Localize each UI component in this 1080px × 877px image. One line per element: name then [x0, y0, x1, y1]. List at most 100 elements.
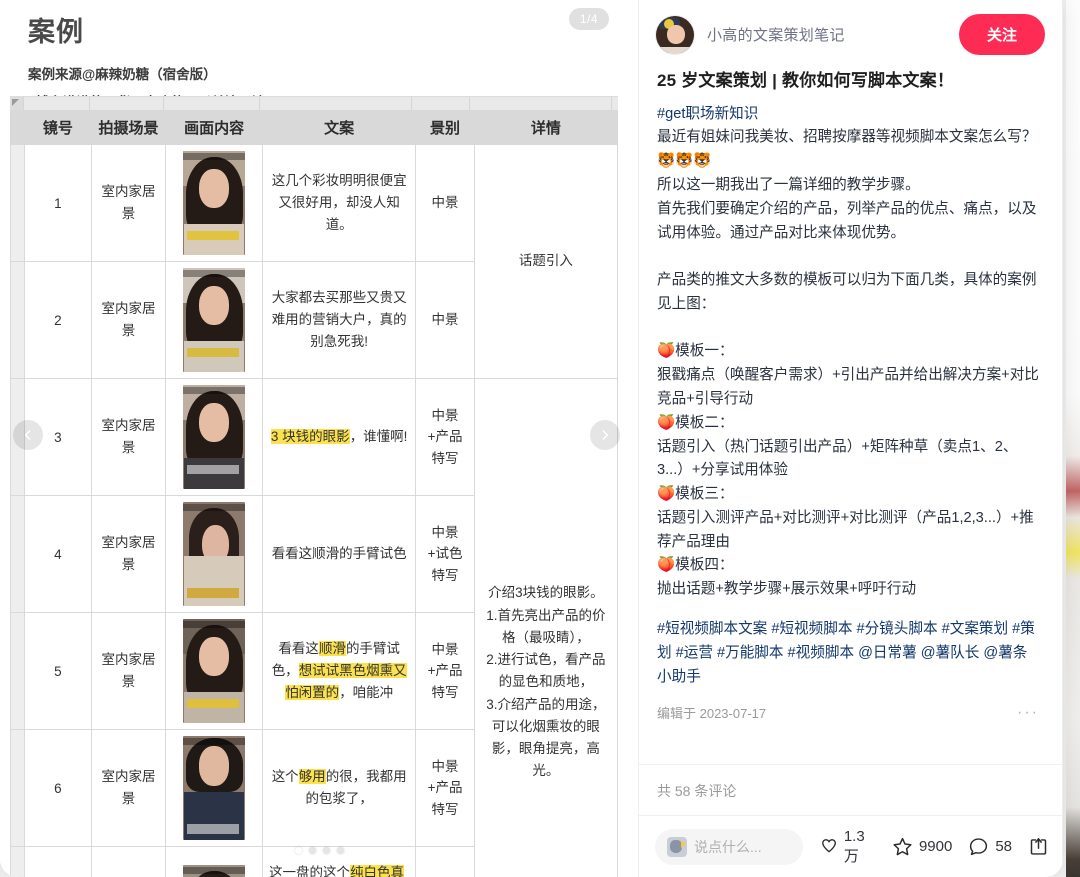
cell-thumbnail — [165, 729, 264, 847]
cell-copy: 看看这顺滑的手臂试色 — [262, 495, 417, 613]
slide-title: 案例 — [28, 17, 84, 47]
modal-right-edge — [1062, 0, 1063, 877]
row-gutter-header — [9, 110, 26, 145]
table-row: 1 室内家居景 这几个彩妆明明很便宜又很好用，却没人知道。 中景 话题引入 — [9, 144, 619, 379]
cell-shot-no: 6 — [24, 729, 92, 847]
carousel-dot-3[interactable] — [323, 847, 330, 854]
storyboard-thumb-icon — [183, 736, 246, 840]
comment-button[interactable]: 58 — [968, 836, 1012, 857]
sheet-col-c — [164, 97, 260, 110]
carousel-dot-2[interactable] — [309, 847, 316, 854]
storyboard-thumb-icon — [183, 502, 246, 606]
cell-shot-type: 中景 — [415, 144, 475, 262]
cell-scene: 室内家居景 — [90, 144, 167, 262]
cell-shot-no: 2 — [24, 261, 92, 379]
comment-placeholder: 说点什么... — [694, 838, 762, 855]
sheet-col-e — [412, 97, 470, 110]
cell-scene: 室内家居景 — [90, 495, 167, 613]
note-content-pane: 小高的文案策划笔记 关注 25 岁文案策划 | 教你如何写脚本文案！ #get职… — [639, 0, 1063, 877]
cell-scene: 室内家居景 — [90, 378, 167, 496]
storyboard-table: 镜号 拍摄场景 画面内容 文案 景别 详情 1 室内家居景 这几个彩妆明明很便宜… — [9, 110, 619, 877]
edit-date: 编辑于 2023-07-17 — [657, 706, 767, 722]
chevron-left-icon — [24, 430, 31, 440]
cell-thumbnail — [165, 612, 264, 730]
cell-copy: 大家都去买那些又贵又难用的营销大户，真的别急死我! — [262, 261, 417, 379]
comment-input[interactable]: 说点什么... — [655, 828, 803, 865]
table-row: 3 室内家居景 3 块钱的眼影，谁懂啊! 中景+产品特写 介绍3块钱的眼影。 1… — [9, 378, 619, 877]
more-options-icon[interactable]: ··· — [1017, 704, 1039, 722]
note-title: 25 岁文案策划 | 教你如何写脚本文案！ — [657, 71, 955, 90]
note-detail-modal: 案例 案例来源@麻辣奶糖（宿舍版） =博主满满的干货，喜欢的可以关注一波~ 1/… — [0, 0, 1063, 877]
collect-button[interactable]: 9900 — [892, 836, 952, 857]
table-header-row: 镜号 拍摄场景 画面内容 文案 景别 详情 — [9, 110, 619, 145]
comment-count-label: 共 58 条评论 — [639, 764, 1063, 815]
cell-shot-no: 4 — [24, 495, 92, 613]
cell-shot-type: 中景+产品特写 — [415, 729, 475, 847]
storyboard-thumb-icon — [183, 864, 246, 877]
like-button[interactable]: 1.3万 — [819, 828, 876, 866]
cell-thumbnail — [165, 495, 264, 613]
cell-copy: 这个够用的很，我都用的包浆了， — [262, 729, 417, 847]
star-icon — [893, 837, 912, 856]
heart-icon — [822, 839, 836, 853]
note-topic-tag[interactable]: #get职场新知识 — [657, 103, 1039, 127]
carousel-dots[interactable] — [0, 847, 639, 854]
chevron-right-icon — [602, 430, 609, 440]
comment-bubble-icon — [970, 838, 988, 856]
cell-thumbnail — [165, 378, 264, 496]
cell-scene: 室内家居景 — [90, 612, 167, 730]
row-gutter — [9, 612, 26, 730]
cell-thumbnail — [165, 144, 264, 262]
cell-copy: 这几个彩妆明明很便宜又很好用，却没人知道。 — [262, 144, 417, 262]
sheet-corner-cell — [10, 97, 24, 110]
row-gutter — [9, 729, 26, 847]
avatar[interactable] — [655, 14, 695, 55]
cell-shot-type: 中景+产品特写 — [415, 612, 475, 730]
th-visual: 画面内容 — [165, 110, 264, 145]
sheet-col-b — [90, 97, 164, 110]
storyboard-thumb-icon — [183, 151, 246, 255]
comment-reply-count: 58 — [995, 838, 1012, 855]
sheet-col-f — [470, 97, 612, 110]
note-hashtags[interactable]: #短视频脚本文案 #短视频脚本 #分镜头脚本 #文案策划 #策划 #运营 #万能… — [657, 618, 1039, 689]
cell-detail-group-2: 介绍3块钱的眼影。 1.首先亮出产品的价格（最吸睛）， 2.进行试色，看产品的显… — [473, 378, 619, 877]
author-header: 小高的文案策划笔记 关注 — [639, 0, 1063, 67]
share-icon — [1030, 838, 1047, 855]
sheet-column-strip — [10, 97, 618, 110]
emoji-picker-icon[interactable] — [667, 836, 687, 857]
carousel-dot-1[interactable] — [295, 847, 302, 854]
th-copy: 文案 — [262, 110, 417, 145]
follow-button[interactable]: 关注 — [958, 14, 1045, 55]
cell-shot-no: 1 — [24, 144, 92, 262]
note-body: 25 岁文案策划 | 教你如何写脚本文案！ #get职场新知识 最近有姐妹问我美… — [639, 67, 1063, 764]
share-button[interactable] — [1028, 836, 1049, 857]
author-name[interactable]: 小高的文案策划笔记 — [707, 24, 947, 45]
cell-scene: 室内家居景 — [90, 729, 167, 847]
th-scene: 拍摄场景 — [90, 110, 167, 145]
th-shot-type: 景别 — [415, 110, 475, 145]
engagement-bar: 说点什么... 1.3万 9900 58 — [639, 815, 1063, 877]
next-slide-button[interactable] — [590, 420, 620, 450]
th-detail: 详情 — [473, 110, 619, 145]
media-carousel-pane: 案例 案例来源@麻辣奶糖（宿舍版） =博主满满的干货，喜欢的可以关注一波~ 1/… — [0, 0, 639, 877]
th-shot-no: 镜号 — [24, 110, 92, 145]
page-indicator-badge: 1/4 — [568, 8, 609, 30]
storyboard-thumb-icon — [183, 385, 246, 489]
storyboard-thumb-icon — [183, 268, 246, 372]
cell-copy: 3 块钱的眼影，谁懂啊! — [262, 378, 417, 496]
storyboard-spreadsheet: 镜号 拍摄场景 画面内容 文案 景别 详情 1 室内家居景 这几个彩妆明明很便宜… — [9, 96, 619, 877]
storyboard-thumb-icon — [183, 619, 246, 723]
row-gutter — [9, 261, 26, 379]
cell-shot-type: 中景 — [415, 261, 475, 379]
cell-shot-type: 中景+试色特写 — [415, 495, 475, 613]
note-description: 最近有姐妹问我美妆、招聘按摩器等视频脚本文案怎么写？🐯🐯🐯 所以这一期我出了一篇… — [657, 129, 1039, 598]
cell-thumbnail — [165, 261, 264, 379]
row-gutter — [9, 495, 26, 613]
cell-copy: 看看这顺滑的手臂试色，想试试黑色烟熏又怕闲置的，咱能冲 — [262, 612, 417, 730]
prev-slide-button[interactable] — [13, 420, 43, 450]
cell-detail-group-1: 话题引入 — [473, 144, 619, 379]
carousel-dot-4[interactable] — [337, 847, 344, 854]
sheet-col-d — [260, 97, 412, 110]
slide-source-line: 案例来源@麻辣奶糖（宿舍版） — [28, 67, 217, 82]
note-meta-row: 编辑于 2023-07-17 ··· — [657, 703, 1039, 734]
